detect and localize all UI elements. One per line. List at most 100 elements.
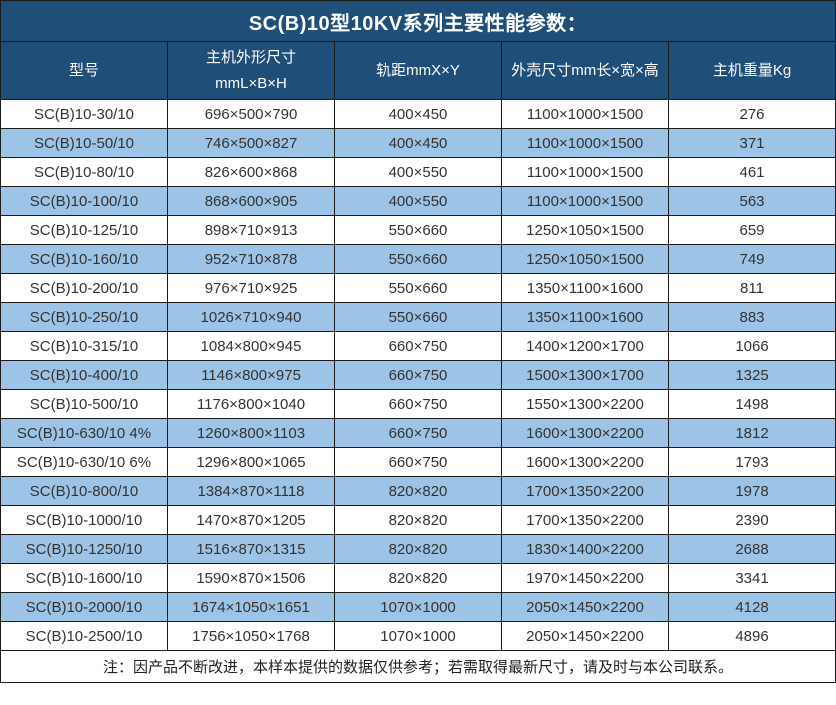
- cell-weight: 811: [669, 274, 836, 303]
- cell-shell-dimensions: 1400×1200×1700: [502, 332, 669, 361]
- table-row: SC(B)10-50/10746×500×827400×4501100×1000…: [1, 129, 836, 158]
- cell-shell-dimensions: 2050×1450×2200: [502, 622, 669, 651]
- cell-rail-gauge: 1070×1000: [335, 593, 502, 622]
- cell-unit-dimensions: 1026×710×940: [168, 303, 335, 332]
- table-row: SC(B)10-250/101026×710×940550×6601350×11…: [1, 303, 836, 332]
- column-header-shell-dimensions: 外壳尺寸mm长×宽×高: [502, 42, 669, 100]
- cell-model: SC(B)10-1600/10: [1, 564, 168, 593]
- table-row: SC(B)10-800/101384×870×1118820×8201700×1…: [1, 477, 836, 506]
- cell-rail-gauge: 820×820: [335, 564, 502, 593]
- cell-model: SC(B)10-50/10: [1, 129, 168, 158]
- table-row: SC(B)10-100/10868×600×905400×5501100×100…: [1, 187, 836, 216]
- cell-unit-dimensions: 746×500×827: [168, 129, 335, 158]
- table-row: SC(B)10-1250/101516×870×1315820×8201830×…: [1, 535, 836, 564]
- cell-weight: 1793: [669, 448, 836, 477]
- cell-rail-gauge: 550×660: [335, 216, 502, 245]
- cell-rail-gauge: 820×820: [335, 535, 502, 564]
- cell-weight: 1978: [669, 477, 836, 506]
- spec-table: SC(B)10型10KV系列主要性能参数： 型号 主机外形尺寸 mmL×B×H …: [0, 0, 836, 683]
- cell-shell-dimensions: 1100×1000×1500: [502, 158, 669, 187]
- footer-note: 注：因产品不断改进，本样本提供的数据仅供参考；若需取得最新尺寸，请及时与本公司联…: [1, 651, 836, 683]
- cell-unit-dimensions: 868×600×905: [168, 187, 335, 216]
- cell-unit-dimensions: 826×600×868: [168, 158, 335, 187]
- cell-model: SC(B)10-315/10: [1, 332, 168, 361]
- cell-unit-dimensions: 1260×800×1103: [168, 419, 335, 448]
- cell-rail-gauge: 660×750: [335, 448, 502, 477]
- cell-rail-gauge: 660×750: [335, 332, 502, 361]
- cell-weight: 1498: [669, 390, 836, 419]
- header-row: 型号 主机外形尺寸 mmL×B×H 轨距mmX×Y 外壳尺寸mm长×宽×高 主机…: [1, 42, 836, 100]
- cell-weight: 749: [669, 245, 836, 274]
- cell-weight: 461: [669, 158, 836, 187]
- cell-weight: 4896: [669, 622, 836, 651]
- cell-unit-dimensions: 898×710×913: [168, 216, 335, 245]
- cell-rail-gauge: 550×660: [335, 245, 502, 274]
- cell-rail-gauge: 660×750: [335, 390, 502, 419]
- note-row: 注：因产品不断改进，本样本提供的数据仅供参考；若需取得最新尺寸，请及时与本公司联…: [1, 651, 836, 683]
- table-row: SC(B)10-30/10696×500×790400×4501100×1000…: [1, 100, 836, 129]
- table-body: SC(B)10-30/10696×500×790400×4501100×1000…: [1, 100, 836, 651]
- cell-unit-dimensions: 1296×800×1065: [168, 448, 335, 477]
- cell-unit-dimensions: 976×710×925: [168, 274, 335, 303]
- cell-model: SC(B)10-250/10: [1, 303, 168, 332]
- cell-model: SC(B)10-1250/10: [1, 535, 168, 564]
- cell-unit-dimensions: 1516×870×1315: [168, 535, 335, 564]
- cell-model: SC(B)10-630/10 4%: [1, 419, 168, 448]
- cell-model: SC(B)10-2500/10: [1, 622, 168, 651]
- cell-unit-dimensions: 696×500×790: [168, 100, 335, 129]
- cell-shell-dimensions: 1550×1300×2200: [502, 390, 669, 419]
- cell-rail-gauge: 1070×1000: [335, 622, 502, 651]
- column-header-rail-gauge: 轨距mmX×Y: [335, 42, 502, 100]
- cell-weight: 1066: [669, 332, 836, 361]
- table-row: SC(B)10-80/10826×600×868400×5501100×1000…: [1, 158, 836, 187]
- cell-model: SC(B)10-80/10: [1, 158, 168, 187]
- cell-shell-dimensions: 1100×1000×1500: [502, 187, 669, 216]
- cell-rail-gauge: 660×750: [335, 361, 502, 390]
- column-header-model: 型号: [1, 42, 168, 100]
- cell-model: SC(B)10-2000/10: [1, 593, 168, 622]
- cell-rail-gauge: 660×750: [335, 419, 502, 448]
- cell-unit-dimensions: 952×710×878: [168, 245, 335, 274]
- cell-unit-dimensions: 1756×1050×1768: [168, 622, 335, 651]
- cell-shell-dimensions: 1700×1350×2200: [502, 506, 669, 535]
- cell-shell-dimensions: 1700×1350×2200: [502, 477, 669, 506]
- cell-model: SC(B)10-400/10: [1, 361, 168, 390]
- table-row: SC(B)10-200/10976×710×925550×6601350×110…: [1, 274, 836, 303]
- cell-unit-dimensions: 1674×1050×1651: [168, 593, 335, 622]
- table-row: SC(B)10-400/101146×800×975660×7501500×13…: [1, 361, 836, 390]
- table-row: SC(B)10-630/10 6%1296×800×1065660×750160…: [1, 448, 836, 477]
- cell-model: SC(B)10-1000/10: [1, 506, 168, 535]
- cell-shell-dimensions: 1970×1450×2200: [502, 564, 669, 593]
- table-row: SC(B)10-2000/101674×1050×16511070×100020…: [1, 593, 836, 622]
- cell-weight: 659: [669, 216, 836, 245]
- cell-unit-dimensions: 1384×870×1118: [168, 477, 335, 506]
- table-row: SC(B)10-315/101084×800×945660×7501400×12…: [1, 332, 836, 361]
- cell-shell-dimensions: 1830×1400×2200: [502, 535, 669, 564]
- cell-weight: 276: [669, 100, 836, 129]
- table-row: SC(B)10-1000/101470×870×1205820×8201700×…: [1, 506, 836, 535]
- cell-shell-dimensions: 2050×1450×2200: [502, 593, 669, 622]
- cell-unit-dimensions: 1084×800×945: [168, 332, 335, 361]
- page-title: SC(B)10型10KV系列主要性能参数：: [1, 1, 836, 42]
- cell-weight: 4128: [669, 593, 836, 622]
- cell-model: SC(B)10-100/10: [1, 187, 168, 216]
- cell-model: SC(B)10-500/10: [1, 390, 168, 419]
- cell-shell-dimensions: 1350×1100×1600: [502, 303, 669, 332]
- title-row: SC(B)10型10KV系列主要性能参数：: [1, 1, 836, 42]
- cell-model: SC(B)10-160/10: [1, 245, 168, 274]
- table-row: SC(B)10-160/10952×710×878550×6601250×105…: [1, 245, 836, 274]
- cell-weight: 1812: [669, 419, 836, 448]
- table-row: SC(B)10-125/10898×710×913550×6601250×105…: [1, 216, 836, 245]
- column-header-unit-dimensions: 主机外形尺寸 mmL×B×H: [168, 42, 335, 100]
- cell-rail-gauge: 550×660: [335, 274, 502, 303]
- cell-weight: 563: [669, 187, 836, 216]
- column-header-weight: 主机重量Kg: [669, 42, 836, 100]
- cell-model: SC(B)10-30/10: [1, 100, 168, 129]
- cell-weight: 2390: [669, 506, 836, 535]
- table-row: SC(B)10-500/101176×800×1040660×7501550×1…: [1, 390, 836, 419]
- cell-weight: 3341: [669, 564, 836, 593]
- cell-weight: 371: [669, 129, 836, 158]
- cell-shell-dimensions: 1250×1050×1500: [502, 216, 669, 245]
- cell-rail-gauge: 400×450: [335, 100, 502, 129]
- cell-rail-gauge: 400×550: [335, 158, 502, 187]
